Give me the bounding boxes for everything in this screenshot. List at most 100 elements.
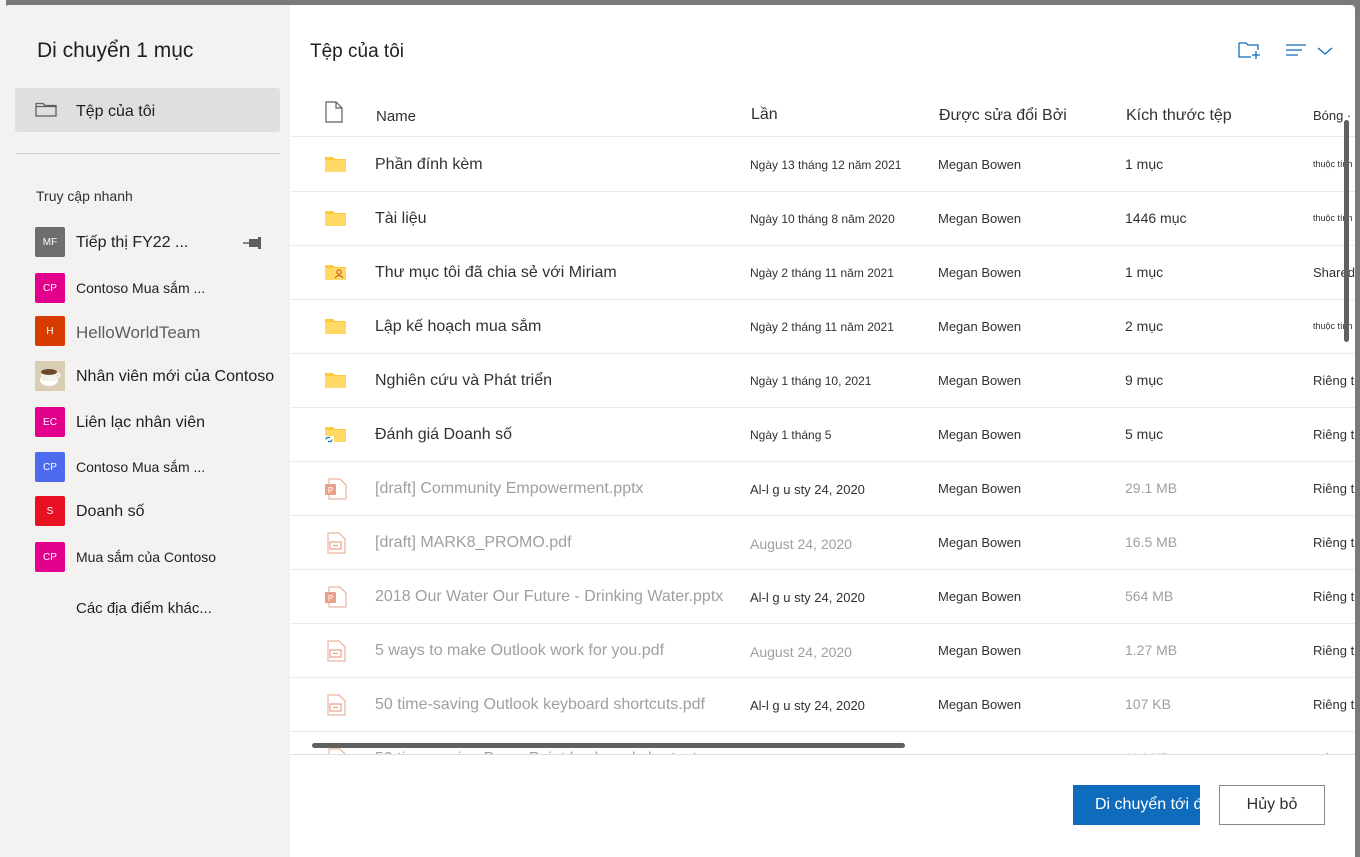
row-name: [draft] Community Empowerment.pptx: [375, 480, 644, 497]
pin-icon[interactable]: [243, 236, 265, 254]
column-modified-by[interactable]: Được sửa đổi Bởi: [939, 107, 1067, 125]
quick-access-item[interactable]: CP Mua sắm của Contoso: [35, 542, 285, 574]
svg-text:P: P: [328, 594, 333, 603]
pdf-icon: [324, 640, 348, 667]
site-avatar: [35, 361, 65, 391]
folder-icon: [324, 316, 348, 341]
site-avatar: CP: [35, 273, 65, 303]
row-modified: Ngày 1 tháng 5: [750, 428, 832, 442]
row-sharing: Riêng tư: [1313, 373, 1355, 388]
site-avatar: S: [35, 496, 65, 526]
vertical-scrollbar[interactable]: [1344, 120, 1349, 342]
row-modified: Ngày 1 tháng 10, 2021: [750, 374, 872, 388]
row-modified-by: Megan Bowen: [938, 373, 1022, 388]
quick-access-item[interactable]: Nhân viên mới của Contoso: [35, 361, 285, 393]
folder-icon: [324, 208, 348, 233]
pdf-icon: [324, 532, 348, 559]
table-row[interactable]: P [draft] Community Empowerment.pptx Al-l …: [290, 462, 1355, 516]
row-modified-by: Megan Bowen: [938, 697, 1022, 712]
quick-access-label: Liên lạc nhân viên: [76, 414, 205, 431]
table-row[interactable]: Tài liệu Ngày 10 tháng 8 năm 2020 Megan Bo…: [290, 192, 1355, 246]
row-size: 564 MB: [1125, 588, 1174, 604]
row-modified-by: Megan Bowen: [938, 643, 1022, 658]
quick-access-heading: Truy cập nhanh: [36, 188, 133, 204]
site-avatar: H: [35, 316, 65, 346]
table-row[interactable]: Phần đính kèm Ngày 13 tháng 12 năm 2021 Me…: [290, 138, 1355, 192]
quick-access-item[interactable]: EC Liên lạc nhân viên: [35, 407, 285, 439]
dialog-title: Di chuyển 1 mục: [37, 39, 194, 62]
table-row[interactable]: 5 ways to make Outlook work for you.pdf A…: [290, 624, 1355, 678]
divider: [15, 153, 280, 154]
row-sharing: Riêng tư: [1313, 697, 1355, 712]
row-modified: Al-l g u sty 24, 2020: [750, 698, 865, 713]
site-avatar: MF: [35, 227, 65, 257]
table-row[interactable]: Thư mục tôi đã chia sẻ với Miriam Ngày 2 …: [290, 246, 1355, 300]
quick-access-label: HelloWorldTeam: [76, 323, 201, 342]
row-modified: Ngày 10 tháng 8 năm 2020: [750, 212, 895, 226]
chevron-down-icon[interactable]: [1317, 43, 1333, 61]
table-row[interactable]: Đánh giá Doanh số Ngày 1 tháng 5 Megan Bow…: [290, 408, 1355, 462]
other-places-label: Các địa điểm khác...: [76, 600, 212, 617]
column-file-size[interactable]: Kích thước tệp: [1126, 107, 1232, 125]
table-row[interactable]: P 2018 Our Water Our Future - Drinking Wa…: [290, 570, 1355, 624]
quick-access-item[interactable]: CP Contoso Mua sắm ...: [35, 452, 285, 484]
quick-access-label: Nhân viên mới của Contoso: [76, 368, 275, 385]
row-name: Đánh giá Doanh số: [375, 426, 512, 443]
folder-title: Tệp của tôi: [310, 41, 404, 62]
row-name: Phần đính kèm: [375, 156, 483, 173]
column-name[interactable]: Name: [376, 108, 416, 125]
row-modified: Ngày 2 tháng 11 năm 2021: [750, 266, 894, 280]
quick-access-label: Mua sắm của Contoso: [76, 549, 217, 565]
site-avatar: CP: [35, 452, 65, 482]
pptx-icon: P: [324, 478, 348, 505]
table-row[interactable]: 50 time-saving Outlook keyboard shortcut…: [290, 678, 1355, 732]
row-sharing: Riêng tư: [1313, 427, 1355, 442]
row-modified: Al-l g u sty 24, 2020: [750, 482, 865, 497]
row-modified-by: Megan Bowen: [938, 157, 1022, 172]
pdf-icon: [324, 694, 348, 721]
row-modified: Ngày 13 tháng 12 năm 2021: [750, 158, 902, 172]
row-name: Thư mục tôi đã chia sẻ với Miriam: [375, 264, 617, 281]
nav-my-files-label: Tệp của tôi: [76, 103, 156, 120]
row-sharing: Riêng tư: [1313, 535, 1355, 550]
move-here-button[interactable]: Di chuyển tới đây: [1073, 785, 1200, 825]
horizontal-scrollbar[interactable]: [312, 743, 905, 748]
row-modified-by: Megan Bowen: [938, 427, 1022, 442]
row-modified: August 24, 2020: [750, 536, 852, 552]
link-folder-icon: [324, 424, 348, 449]
row-size: 107 KB: [1125, 696, 1171, 712]
cancel-button[interactable]: Hủy bỏ: [1219, 785, 1325, 825]
row-sharing: Riêng tư: [1313, 643, 1355, 658]
file-type-icon[interactable]: [325, 101, 343, 127]
table-header: Name Lần Được sửa đổi Bởi Kích thước tệp…: [290, 89, 1355, 137]
table-row[interactable]: [draft] MARK8_PROMO.pdf August 24, 2020 Me…: [290, 516, 1355, 570]
folder-icon: [35, 101, 57, 122]
row-name: 5 ways to make Outlook work for you.pdf: [375, 642, 665, 659]
quick-access-item[interactable]: S Doanh số: [35, 496, 285, 528]
row-size: 16.5 MB: [1125, 534, 1178, 550]
row-size: 2 mục: [1125, 318, 1164, 334]
row-modified-by: Megan Bowen: [938, 319, 1022, 334]
row-name: 2018 Our Water Our Future - Drinking Wat…: [375, 588, 724, 605]
sort-icon[interactable]: [1286, 43, 1308, 62]
row-sharing: Riêng tư: [1313, 481, 1355, 496]
row-name: [draft] MARK8_PROMO.pdf: [375, 534, 572, 551]
other-places-link[interactable]: Các địa điểm khác...: [35, 593, 285, 625]
new-folder-icon[interactable]: [1238, 40, 1262, 65]
quick-access-label: Tiếp thị FY22 ...: [76, 234, 189, 251]
quick-access-label: Contoso Mua sắm ...: [76, 280, 206, 296]
table-row[interactable]: Nghiên cứu và Phát triển Ngày 1 tháng 10,…: [290, 354, 1355, 408]
row-modified: August 24, 2020: [750, 644, 852, 660]
nav-my-files[interactable]: Tệp của tôi: [15, 88, 280, 132]
quick-access-item[interactable]: CP Contoso Mua sắm ...: [35, 273, 285, 305]
row-name: Nghiên cứu và Phát triển: [375, 372, 553, 389]
folder-icon: [324, 370, 348, 395]
shared-folder-icon: [324, 262, 348, 287]
quick-access-item[interactable]: MF Tiếp thị FY22 ...: [35, 227, 285, 259]
row-modified-by: Megan Bowen: [938, 535, 1022, 550]
row-modified-by: Megan Bowen: [938, 589, 1022, 604]
table-row[interactable]: Lập kế hoạch mua sắm Ngày 2 tháng 11 năm …: [290, 300, 1355, 354]
column-modified[interactable]: Lần: [751, 106, 778, 124]
quick-access-item[interactable]: H HelloWorldTeam: [35, 316, 285, 348]
row-modified-by: Megan Bowen: [938, 265, 1022, 280]
